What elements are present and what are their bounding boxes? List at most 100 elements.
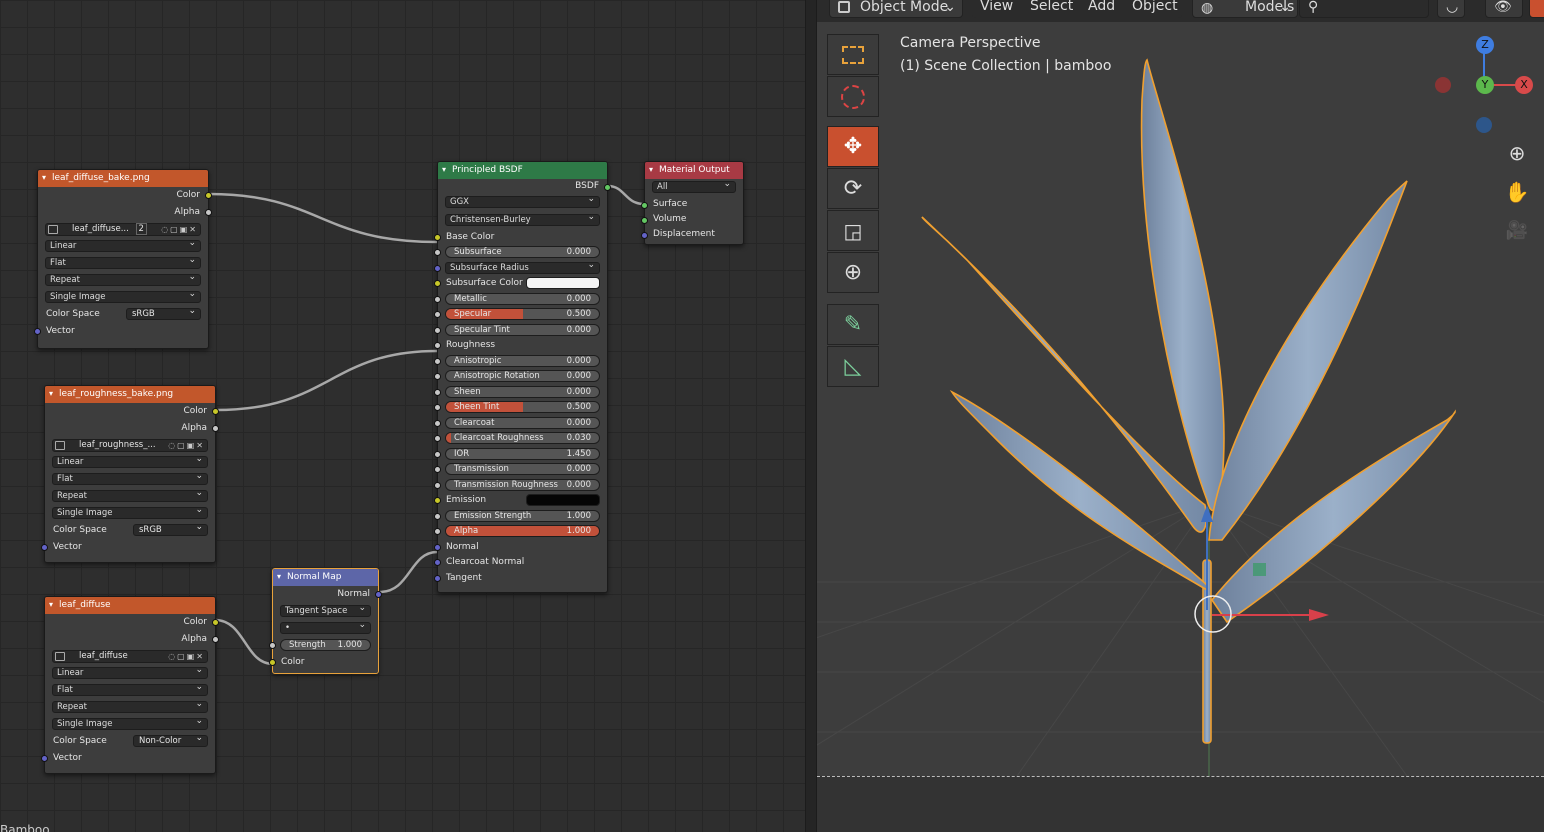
socket[interactable]	[434, 264, 441, 272]
node-header[interactable]: Principled BSDF	[438, 162, 607, 179]
node-header[interactable]: Normal Map	[273, 569, 378, 586]
material-output-node[interactable]: Material Output All Surface Volume Displ…	[641, 161, 744, 245]
color-space-dropdown[interactable]: sRGB	[126, 306, 201, 320]
ior-field[interactable]: IOR 1.450	[445, 447, 600, 460]
image-selector[interactable]: leaf_roughness_... ◌▢▣✕	[52, 439, 208, 452]
tool-cursor[interactable]	[827, 76, 879, 117]
projection-dropdown[interactable]: Flat	[52, 682, 208, 696]
socket[interactable]	[205, 192, 212, 199]
socket[interactable]	[212, 408, 219, 415]
strength-field[interactable]: Strength 1.000	[280, 639, 371, 651]
socket[interactable]	[434, 295, 441, 303]
socket[interactable]	[434, 435, 441, 442]
3d-viewport[interactable]: Object Mode ⌄ View Select Add Object ◍ Mo…	[817, 0, 1544, 832]
extension-dropdown[interactable]: Repeat	[52, 699, 208, 713]
anisotropic-field[interactable]: Anisotropic 0.000	[445, 354, 600, 367]
distribution-dropdown[interactable]: GGX	[445, 194, 600, 208]
clearcoat-roughness-field[interactable]: Clearcoat Roughness 0.030	[445, 432, 600, 444]
socket[interactable]	[41, 544, 48, 551]
color-space-dropdown[interactable]: Non-Color	[133, 733, 208, 747]
alpha-field[interactable]: Alpha 1.000	[445, 525, 600, 537]
socket[interactable]	[434, 357, 441, 365]
socket[interactable]	[434, 388, 441, 396]
socket[interactable]	[34, 328, 41, 335]
normal-map-node[interactable]: Normal Map Normal Tangent Space • Streng…	[269, 568, 382, 674]
image-action-icons[interactable]: ◌▢▣✕	[168, 651, 205, 662]
source-dropdown[interactable]: Single Image	[52, 716, 208, 730]
tool-transform[interactable]: ⊕	[827, 252, 879, 293]
socket[interactable]	[434, 280, 441, 287]
pan-button[interactable]: ✋	[1502, 177, 1532, 207]
socket[interactable]	[269, 659, 276, 666]
socket[interactable]	[212, 425, 219, 432]
gizmo-y-axis-ball[interactable]: Y	[1476, 76, 1494, 94]
area-divider[interactable]	[805, 0, 817, 832]
tool-rotate[interactable]: ⟳	[827, 168, 879, 209]
socket[interactable]	[434, 543, 441, 551]
projection-dropdown[interactable]: Flat	[45, 255, 201, 269]
anisotropic-rotation-field[interactable]: Anisotropic Rotation 0.000	[445, 370, 600, 382]
image-action-icons[interactable]: ◌▢▣✕	[168, 440, 205, 451]
socket[interactable]	[641, 202, 648, 209]
image-texture-node-diffuse-bake[interactable]: leaf_diffuse_bake.png Color Alpha leaf_d…	[34, 169, 212, 349]
interpolation-dropdown[interactable]: Linear	[52, 665, 208, 679]
socket[interactable]	[434, 528, 441, 535]
extension-dropdown[interactable]: Repeat	[45, 272, 201, 286]
socket[interactable]	[434, 234, 441, 241]
socket[interactable]	[434, 419, 441, 427]
socket[interactable]	[434, 326, 441, 334]
image-selector[interactable]: leaf_diffuse ◌▢▣✕	[52, 650, 208, 663]
subsurface-radius-dropdown[interactable]: Subsurface Radius	[445, 260, 600, 274]
emission-strength-field[interactable]: Emission Strength 1.000	[445, 509, 600, 522]
image-texture-node-diffuse[interactable]: leaf_diffuse Color Alpha leaf_diffuse◌▢▣…	[41, 596, 219, 774]
gizmo-z-axis[interactable]: Z	[1476, 36, 1494, 54]
socket[interactable]	[41, 755, 48, 762]
tool-annotate[interactable]: ✎	[827, 304, 879, 345]
socket[interactable]	[434, 342, 441, 349]
emission-swatch[interactable]	[526, 494, 600, 506]
tool-move[interactable]: ✥	[827, 126, 879, 167]
socket[interactable]	[641, 217, 648, 224]
socket[interactable]	[434, 311, 441, 318]
transmission-roughness-field[interactable]: Transmission Roughness 0.000	[445, 478, 600, 491]
node-header[interactable]: leaf_roughness_bake.png	[45, 386, 215, 403]
shader-node-editor[interactable]: leaf_diffuse_bake.png Color Alpha leaf_d…	[0, 0, 805, 832]
node-header[interactable]: Material Output	[645, 162, 743, 179]
color-space-dropdown[interactable]: sRGB	[133, 522, 208, 536]
subsurface-color-swatch[interactable]	[526, 277, 600, 289]
socket[interactable]	[269, 642, 276, 649]
socket[interactable]	[434, 574, 441, 582]
image-action-icons[interactable]: ◌▢▣✕	[161, 224, 198, 235]
projection-dropdown[interactable]: Flat	[52, 471, 208, 485]
socket[interactable]	[641, 232, 648, 239]
interpolation-dropdown[interactable]: Linear	[52, 454, 208, 468]
socket[interactable]	[434, 373, 441, 380]
socket[interactable]	[205, 209, 212, 216]
node-header[interactable]: leaf_diffuse_bake.png	[38, 170, 208, 187]
source-dropdown[interactable]: Single Image	[52, 505, 208, 519]
socket[interactable]	[212, 636, 219, 643]
socket[interactable]	[434, 450, 441, 458]
principled-bsdf-node[interactable]: Principled BSDF BSDF GGX Christensen-Bur…	[434, 161, 611, 593]
socket[interactable]	[604, 184, 611, 191]
subsurface-method-dropdown[interactable]: Christensen-Burley	[445, 212, 600, 226]
extension-dropdown[interactable]: Repeat	[52, 488, 208, 502]
specular-field[interactable]: Specular 0.500	[445, 308, 600, 320]
camera-view-button[interactable]: 🎥	[1502, 215, 1532, 245]
node-header[interactable]: leaf_diffuse	[45, 597, 215, 614]
socket[interactable]	[375, 591, 382, 598]
sheen-field[interactable]: Sheen 0.000	[445, 385, 600, 398]
socket[interactable]	[434, 512, 441, 520]
socket[interactable]	[434, 497, 441, 504]
tool-measure[interactable]: ◺	[827, 346, 879, 387]
socket[interactable]	[434, 481, 441, 489]
socket[interactable]	[434, 404, 441, 411]
target-dropdown[interactable]: All	[652, 179, 736, 193]
socket[interactable]	[434, 249, 441, 256]
source-dropdown[interactable]: Single Image	[45, 289, 201, 303]
image-selector[interactable]: leaf_diffuse... 2 ◌▢▣✕	[45, 223, 201, 236]
gizmo-x-axis-ball[interactable]: X	[1515, 76, 1533, 94]
transmission-field[interactable]: Transmission 0.000	[445, 463, 600, 475]
subsurface-field[interactable]: Subsurface 0.000	[445, 246, 600, 258]
uv-map-field[interactable]: •	[280, 620, 371, 634]
